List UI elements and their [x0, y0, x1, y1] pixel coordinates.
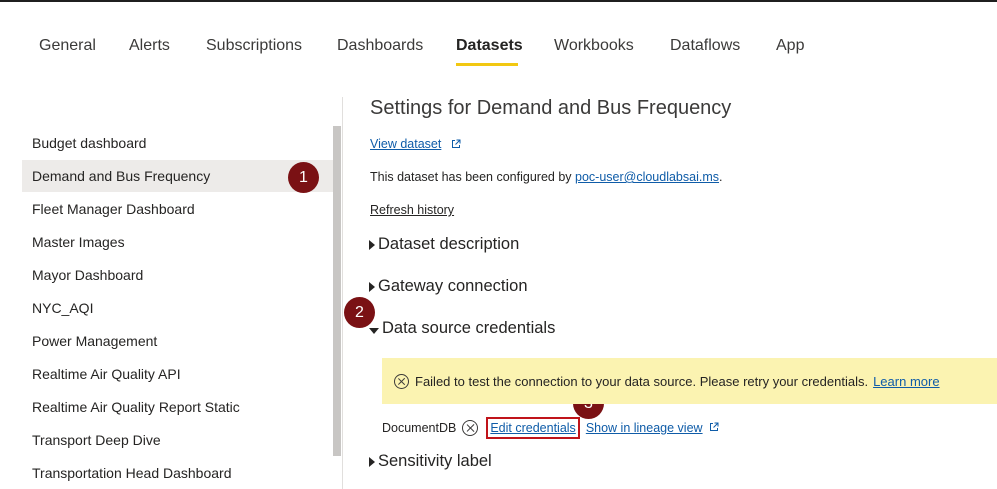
data-source-row: DocumentDB Edit credentials Show in line…	[382, 417, 719, 439]
dataset-item-transportation-head-dashboard[interactable]: Transportation Head Dashboard	[22, 457, 333, 489]
view-dataset-link[interactable]: View dataset	[370, 137, 441, 151]
triangle-down-icon	[369, 328, 379, 334]
triangle-right-icon	[369, 281, 375, 292]
dataset-item-transport-deep-dive[interactable]: Transport Deep Dive	[22, 424, 333, 456]
view-dataset-row: View dataset	[370, 137, 461, 152]
tab-subscriptions[interactable]: Subscriptions	[206, 37, 302, 55]
dataset-item-realtime-air-quality-api[interactable]: Realtime Air Quality API	[22, 358, 333, 390]
dataset-item-power-management[interactable]: Power Management	[22, 325, 333, 357]
connection-warning-banner: Failed to test the connection to your da…	[382, 358, 997, 404]
external-link-icon	[709, 421, 719, 435]
section-label: Gateway connection	[378, 277, 528, 295]
section-label: Dataset description	[378, 235, 520, 253]
section-data-source-credentials[interactable]: Data source credentials	[369, 319, 555, 338]
section-dataset-description[interactable]: Dataset description	[369, 235, 519, 254]
configured-by-text: This dataset has been configured by poc-…	[370, 170, 723, 184]
warning-message: Failed to test the connection to your da…	[415, 373, 869, 389]
dataset-item-fleet-manager-dashboard[interactable]: Fleet Manager Dashboard	[22, 193, 333, 225]
refresh-history-link[interactable]: Refresh history	[370, 203, 454, 217]
tab-dashboards[interactable]: Dashboards	[337, 37, 423, 55]
tab-workbooks[interactable]: Workbooks	[554, 37, 634, 55]
step-marker-1: 1	[288, 162, 319, 193]
tab-dataflows[interactable]: Dataflows	[670, 37, 740, 55]
learn-more-link[interactable]: Learn more	[873, 374, 939, 389]
triangle-right-icon	[369, 456, 375, 467]
dataset-item-master-images[interactable]: Master Images	[22, 226, 333, 258]
configured-prefix: This dataset has been configured by	[370, 170, 575, 184]
section-label: Data source credentials	[382, 319, 556, 337]
tab-general[interactable]: General	[39, 37, 96, 55]
page-title: Settings for Demand and Bus Frequency	[370, 97, 732, 119]
dataset-item-realtime-air-quality-report-static[interactable]: Realtime Air Quality Report Static	[22, 391, 333, 423]
tab-alerts[interactable]: Alerts	[129, 37, 170, 55]
error-circle-icon	[462, 420, 479, 436]
dataset-item-budget-dashboard[interactable]: Budget dashboard	[22, 127, 333, 159]
active-tab-indicator	[456, 63, 518, 66]
dataset-item-nyc-aqi[interactable]: NYC_AQI	[22, 292, 333, 324]
sidebar-scrollbar[interactable]	[333, 126, 341, 456]
section-gateway-connection[interactable]: Gateway connection	[369, 277, 528, 296]
section-sensitivity-label[interactable]: Sensitivity label	[369, 452, 492, 471]
section-label: Sensitivity label	[378, 452, 492, 470]
dataset-item-mayor-dashboard[interactable]: Mayor Dashboard	[22, 259, 333, 291]
tab-datasets[interactable]: Datasets	[456, 37, 523, 55]
configured-suffix: .	[719, 170, 723, 184]
error-circle-icon	[394, 373, 409, 389]
edit-credentials-link[interactable]: Edit credentials	[486, 417, 580, 439]
content-divider	[342, 97, 343, 489]
show-lineage-link[interactable]: Show in lineage view	[586, 421, 703, 435]
tab-app[interactable]: App	[776, 37, 804, 55]
external-link-icon	[451, 138, 461, 152]
data-source-name: DocumentDB	[382, 421, 457, 435]
top-border	[0, 0, 997, 2]
dataset-item-demand-and-bus-frequency[interactable]: Demand and Bus Frequency	[22, 160, 333, 192]
triangle-right-icon	[369, 239, 375, 250]
configured-user-link[interactable]: poc-user@cloudlabsai.ms	[575, 170, 719, 184]
